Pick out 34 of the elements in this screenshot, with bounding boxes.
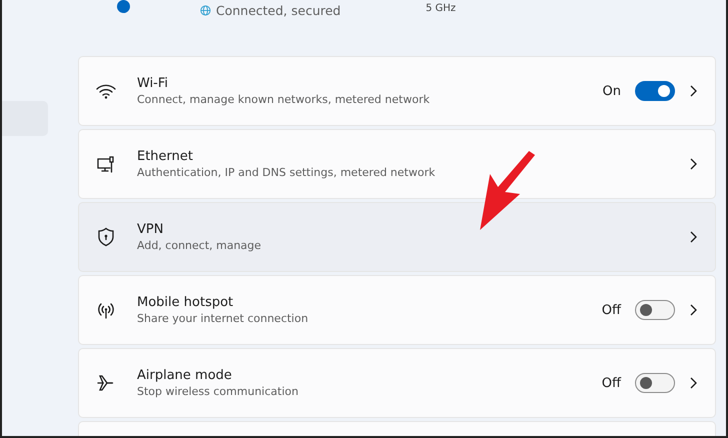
chevron-right-icon xyxy=(689,231,697,243)
setting-description: Connect, manage known networks, metered network xyxy=(137,93,431,106)
chevron-right-icon xyxy=(689,85,697,97)
chevron-right-icon xyxy=(689,304,697,316)
toggle-state: On xyxy=(602,84,621,98)
settings-card[interactable]: Wi-Fi Connect, manage known networks, metered network On xyxy=(78,56,716,126)
settings-card[interactable]: Ethernet Authentication, IP and DNS settings, metered network xyxy=(78,129,716,199)
globe-icon xyxy=(200,5,211,16)
setting-description: Stop wireless communication xyxy=(137,385,300,398)
band-label: 5 GHz xyxy=(426,3,456,14)
shield-icon xyxy=(97,227,115,247)
chevron-right-icon xyxy=(689,377,697,389)
toggle-state: Off xyxy=(602,376,621,390)
setting-title: Mobile hotspot xyxy=(137,295,234,310)
setting-description: Share your internet connection xyxy=(137,312,310,325)
toggle-switch[interactable] xyxy=(635,81,675,101)
setting-title: VPN xyxy=(137,222,164,237)
setting-title: Ethernet xyxy=(137,149,194,164)
setting-title: Wi-Fi xyxy=(137,76,170,91)
setting-description: Add, connect, manage xyxy=(137,239,262,252)
monitor-icon xyxy=(96,154,116,174)
settings-card[interactable]: Mobile hotspot Share your internet connection Off xyxy=(78,275,716,345)
airplane-icon xyxy=(96,373,116,393)
settings-card[interactable]: VPN Add, connect, manage xyxy=(78,202,716,272)
toggle-switch[interactable] xyxy=(635,373,675,393)
toggle-state: Off xyxy=(602,302,621,318)
settings-card[interactable]: Airplane mode Stop wireless communication Off xyxy=(78,348,716,418)
wifi-icon xyxy=(96,83,116,99)
chevron-right-icon xyxy=(689,158,697,170)
setting-title: Airplane mode xyxy=(137,368,233,383)
status-dot xyxy=(117,0,130,13)
toggle-switch[interactable] xyxy=(635,300,675,320)
connection-status: Connected, secured xyxy=(216,3,341,18)
setting-description: Authentication, IP and DNS settings, metered network xyxy=(137,166,436,179)
